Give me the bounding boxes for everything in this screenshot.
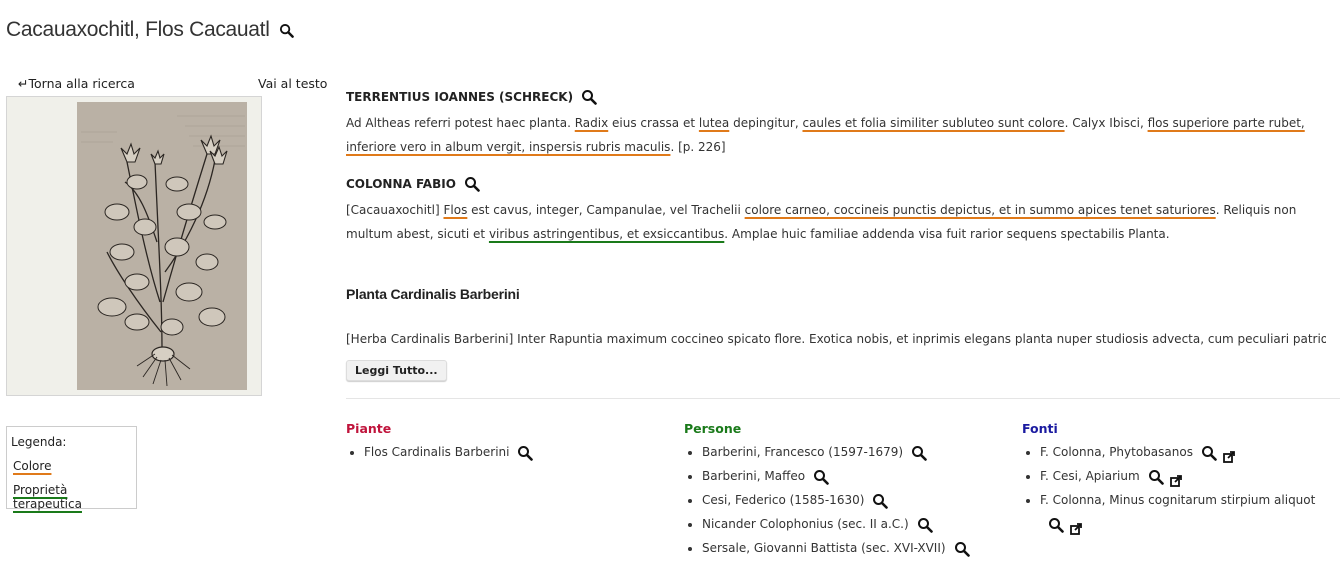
persone-list-item: Sersale, Giovanni Battista (sec. XVI-XVI… bbox=[702, 536, 1004, 560]
fonti-item-label: F. Colonna, Minus cognitarum stirpium al… bbox=[1040, 493, 1316, 507]
search-icon[interactable] bbox=[813, 469, 829, 485]
entry-author: COLONNA FABIO bbox=[346, 176, 480, 192]
entry-text: [Cacauaxochitl] Flos est cavus, integer,… bbox=[346, 198, 1336, 246]
search-icon[interactable] bbox=[464, 176, 480, 192]
external-link-icon[interactable] bbox=[1070, 519, 1082, 535]
legend-box: Legenda: Colore Proprietà terapeutica bbox=[6, 426, 137, 511]
persone-item-label: Barberini, Maffeo bbox=[702, 469, 806, 483]
search-icon[interactable] bbox=[872, 493, 889, 509]
back-to-search-label: Torna alla ricerca bbox=[28, 76, 135, 91]
entry-text-segment: . Calyx Ibisci, bbox=[1064, 116, 1148, 130]
persone-item-label: Sersale, Giovanni Battista (sec. XVI-XVI… bbox=[702, 541, 946, 555]
persone-heading: Persone bbox=[684, 421, 742, 436]
external-link-icon[interactable] bbox=[1169, 471, 1182, 487]
piante-list-item: Flos Cardinalis Barberini bbox=[364, 440, 666, 464]
fonti-column: Fonti F. Colonna, Phytobasanos F. Cesi, A… bbox=[1022, 421, 1327, 536]
persone-list: Barberini, Francesco (1597-1679) Barberin… bbox=[684, 440, 1004, 560]
legend-colore: Colore bbox=[13, 459, 52, 473]
fonti-list-item: F. Colonna, Minus cognitarum stirpium al… bbox=[1040, 488, 1327, 536]
persone-column: Persone Barberini, Francesco (1597-1679)… bbox=[684, 421, 1004, 560]
entry-author-name: TERRENTIUS IOANNES (SCHRECK) bbox=[346, 90, 574, 104]
color-annotation: caules et folia similiter subluteo sunt … bbox=[802, 116, 1065, 130]
entry-text-segment: est cavus, integer, Campanulae, vel Trac… bbox=[467, 203, 745, 217]
persone-item-label: Barberini, Francesco (1597-1679) bbox=[702, 445, 904, 459]
page-title-row: Cacauaxochitl, Flos Cacauatl bbox=[6, 18, 294, 42]
entry-text-segment: [Cacauaxochitl] bbox=[346, 203, 444, 217]
divider bbox=[346, 398, 1340, 399]
entry-author-name: COLONNA FABIO bbox=[346, 177, 456, 191]
fonti-item-label: F. Cesi, Apiarium bbox=[1040, 469, 1140, 483]
search-icon[interactable] bbox=[911, 445, 927, 461]
fonti-list-item: F. Cesi, Apiarium bbox=[1040, 464, 1327, 488]
search-icon[interactable] bbox=[279, 23, 294, 38]
search-icon[interactable] bbox=[954, 541, 970, 557]
plant-woodcut-image[interactable] bbox=[77, 102, 247, 390]
entry-text-segment: depingitur, bbox=[729, 116, 803, 130]
persone-list-item: Cesi, Federico (1585-1630) bbox=[702, 488, 1004, 512]
fonti-item-label: F. Colonna, Phytobasanos bbox=[1040, 445, 1193, 459]
entry-text: Ad Altheas referri potest haec planta. R… bbox=[346, 111, 1316, 159]
read-all-button[interactable]: Leggi Tutto... bbox=[346, 360, 447, 381]
entry-text-segment: . [p. 226] bbox=[670, 140, 726, 154]
therapeutic-annotation: viribus astringentibus, et exsiccantibus bbox=[488, 227, 725, 241]
piante-item-label: Flos Cardinalis Barberini bbox=[364, 445, 510, 459]
external-link-icon[interactable] bbox=[1223, 447, 1235, 463]
search-icon[interactable] bbox=[581, 89, 597, 105]
persone-list-item: Barberini, Maffeo bbox=[702, 464, 1004, 488]
entry-author: TERRENTIUS IOANNES (SCHRECK) bbox=[346, 89, 597, 105]
back-to-search-link[interactable]: ↵Torna alla ricerca bbox=[18, 76, 135, 91]
go-to-text-link[interactable]: Vai al testo bbox=[258, 76, 327, 91]
legend-proprieta-terapeutica: Proprietà terapeutica bbox=[13, 483, 82, 511]
color-annotation: colore carneo, coccineis punctis depictu… bbox=[744, 203, 1216, 217]
section-title: Planta Cardinalis Barberini bbox=[346, 286, 520, 302]
piante-heading: Piante bbox=[346, 421, 392, 436]
legend-title: Legenda: bbox=[11, 435, 67, 449]
fonti-heading: Fonti bbox=[1022, 421, 1058, 436]
fonti-list: F. Colonna, Phytobasanos F. Cesi, Apiariu… bbox=[1022, 440, 1327, 536]
color-annotation: Flos bbox=[443, 203, 468, 217]
entry-text-segment: eius crassa et bbox=[608, 116, 699, 130]
persone-item-label: Nicander Colophonius (sec. II a.C.) bbox=[702, 517, 909, 531]
plant-illustration-frame bbox=[6, 96, 262, 396]
persone-list-item: Nicander Colophonius (sec. II a.C.) bbox=[702, 512, 1004, 536]
entry-text-segment: Ad Altheas referri potest haec planta. bbox=[346, 116, 575, 130]
return-arrow-icon: ↵ bbox=[18, 76, 29, 91]
search-icon[interactable] bbox=[1048, 517, 1064, 533]
page-title: Cacauaxochitl, Flos Cacauatl bbox=[6, 18, 270, 41]
persone-item-label: Cesi, Federico (1585-1630) bbox=[702, 493, 865, 507]
section-excerpt: [Herba Cardinalis Barberini] Inter Rapun… bbox=[346, 332, 1326, 346]
piante-list: Flos Cardinalis Barberini bbox=[346, 440, 666, 464]
entry-text-segment: . Amplae huic familiae addenda visa fuit… bbox=[724, 227, 1170, 241]
search-icon[interactable] bbox=[1148, 469, 1164, 485]
piante-column: Piante Flos Cardinalis Barberini bbox=[346, 421, 666, 464]
color-annotation: Radix bbox=[574, 116, 609, 130]
search-icon[interactable] bbox=[1201, 445, 1217, 461]
color-annotation: lutea bbox=[698, 116, 730, 130]
fonti-list-item: F. Colonna, Phytobasanos bbox=[1040, 440, 1327, 464]
search-icon[interactable] bbox=[517, 445, 534, 461]
search-icon[interactable] bbox=[917, 517, 933, 533]
persone-list-item: Barberini, Francesco (1597-1679) bbox=[702, 440, 1004, 464]
